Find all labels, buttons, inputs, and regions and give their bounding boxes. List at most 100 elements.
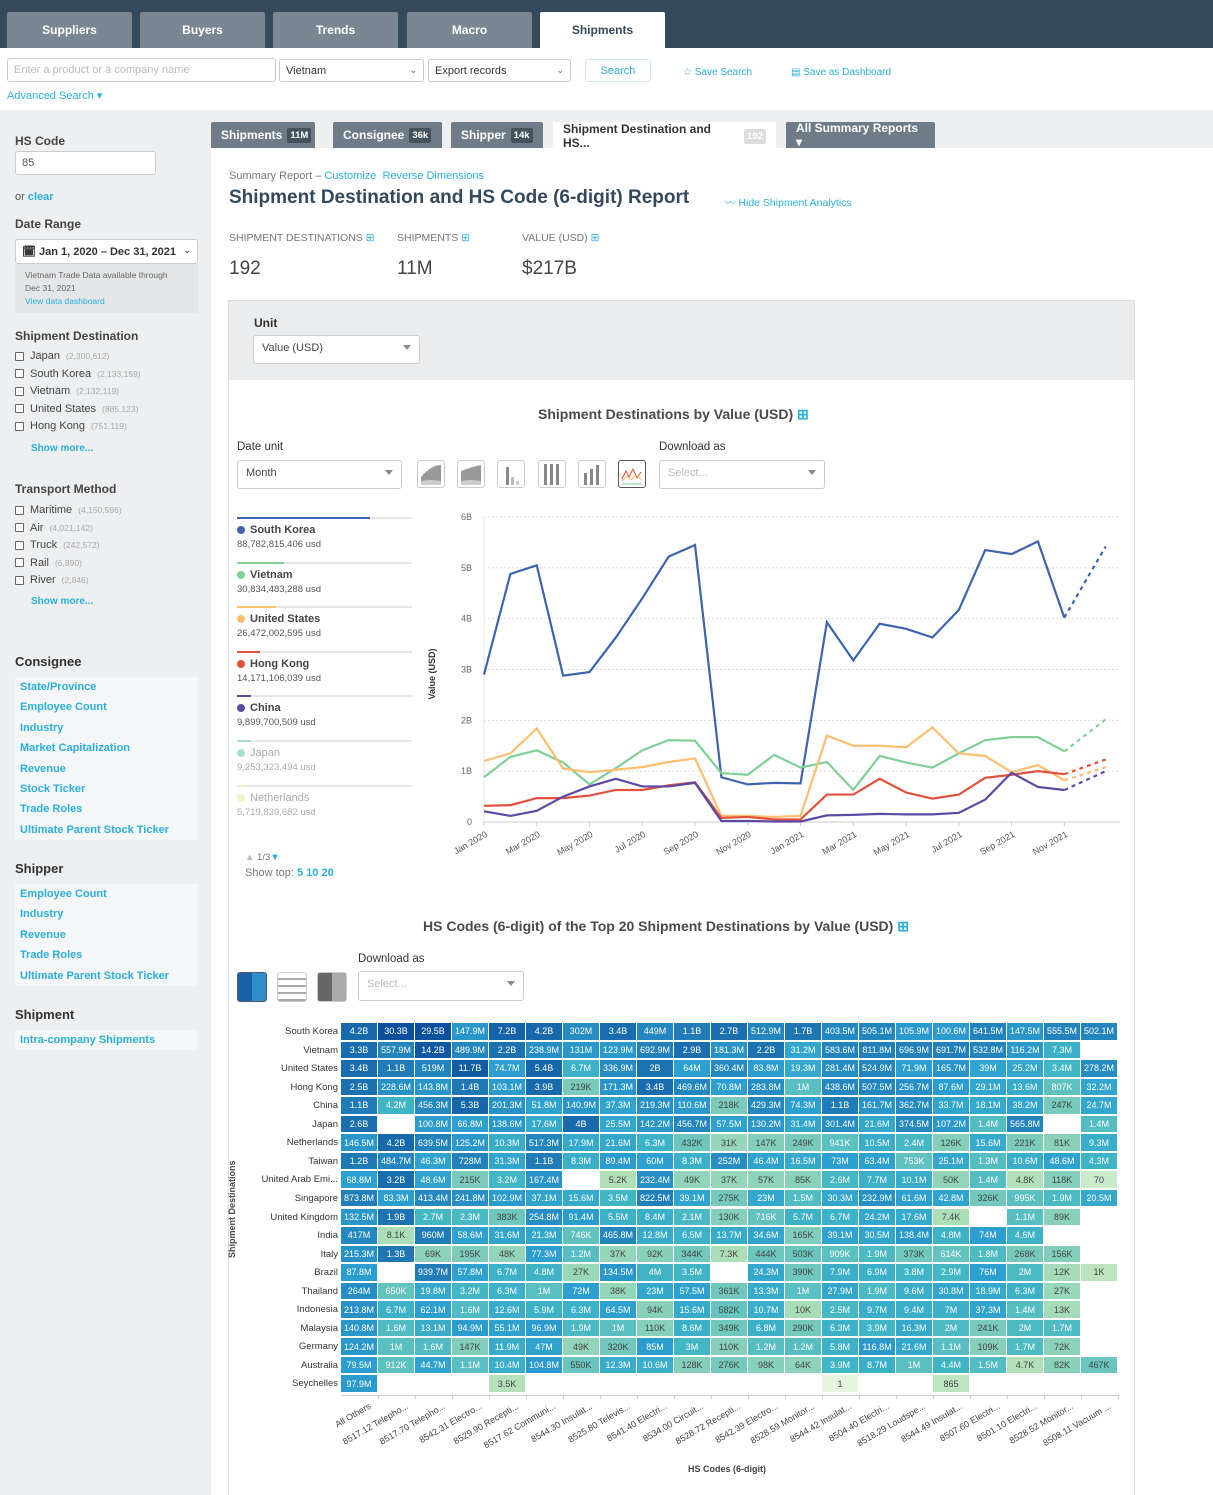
shipper-filter-trade-roles[interactable]: Trade Roles — [15, 945, 198, 965]
legend-item[interactable]: South Korea 88,782,815,406 usd — [237, 517, 412, 550]
heatmap-cell[interactable]: 24.7M — [1081, 1097, 1118, 1115]
heatmap-cell[interactable]: 57.8M — [452, 1264, 489, 1282]
heatmap-cell[interactable]: 2M — [933, 1319, 970, 1338]
heatmap-cell[interactable]: 10.7M — [748, 1301, 785, 1319]
heatmap-cell[interactable]: 21.6M — [859, 1115, 896, 1134]
expand-icon[interactable]: ⊞ — [897, 918, 909, 934]
record-type-select[interactable]: Export records ⌄ — [428, 59, 571, 82]
heatmap-cell[interactable]: 2.6B — [341, 1115, 378, 1134]
heatmap-cell[interactable]: 39M — [970, 1060, 1007, 1078]
legend-item[interactable]: Japan 9,253,323,494 usd — [237, 740, 412, 773]
heatmap-cell[interactable]: 85M — [637, 1338, 674, 1356]
heatmap-cell[interactable]: 6.7M — [563, 1060, 600, 1078]
heatmap-cell[interactable]: 873.8M — [341, 1189, 378, 1208]
heatmap-cell[interactable]: 691.7M — [933, 1041, 970, 1060]
heatmap-cell[interactable]: 6.3M — [637, 1134, 674, 1152]
heatmap-cell[interactable]: 8.7M — [859, 1356, 896, 1375]
heatmap-cell[interactable]: 12K — [1044, 1264, 1081, 1282]
consignee-filter-stock-ticker[interactable]: Stock Ticker — [15, 779, 198, 799]
heatmap-cell[interactable]: 147K — [452, 1338, 489, 1356]
heatmap-cell[interactable]: 7M — [933, 1301, 970, 1319]
heatmap-cell[interactable]: 6.8M — [748, 1319, 785, 1338]
heatmap-cell[interactable]: 126K — [933, 1134, 970, 1152]
heatmap-cell[interactable]: 50K — [933, 1171, 970, 1189]
heatmap-cell[interactable]: 429.3M — [748, 1097, 785, 1115]
destination-option[interactable]: South Korea (2,133,159) — [15, 368, 141, 380]
heatmap-cell[interactable]: 278.2M — [1081, 1060, 1118, 1078]
heatmap-cell[interactable]: 465.8M — [600, 1227, 637, 1245]
heatmap-cell[interactable]: 2B — [637, 1060, 674, 1078]
heatmap-cell[interactable]: 1K — [1081, 1264, 1118, 1282]
heatmap-cell[interactable]: 20.5M — [1081, 1189, 1118, 1208]
heatmap-cell[interactable]: 1.4M — [970, 1171, 1007, 1189]
heatmap-cell[interactable]: 76M — [970, 1264, 1007, 1282]
heatmap-cell[interactable]: 107.2M — [933, 1115, 970, 1134]
pager-down-icon[interactable]: ▼ — [270, 852, 279, 863]
heatmap-cell[interactable]: 362.7M — [896, 1097, 933, 1115]
heatmap-cell[interactable]: 37.1M — [526, 1189, 563, 1208]
heatmap-cell[interactable]: 146.5M — [341, 1134, 378, 1152]
heatmap-cell[interactable]: 716K — [748, 1208, 785, 1226]
heatmap-cell[interactable]: 132.5M — [341, 1208, 378, 1226]
heatmap-cell[interactable]: 3.4B — [341, 1060, 378, 1078]
heatmap-cell[interactable]: 3.9M — [859, 1319, 896, 1338]
heatmap-cell[interactable]: 403.5M — [822, 1023, 859, 1041]
shipper-filter-revenue[interactable]: Revenue — [15, 925, 198, 945]
heatmap-cell[interactable]: 37.3M — [970, 1301, 1007, 1319]
heatmap-cell[interactable]: 15.6M — [563, 1189, 600, 1208]
heatmap-cell[interactable]: 3.2M — [452, 1282, 489, 1301]
heatmap-cell[interactable]: 72M — [563, 1282, 600, 1301]
heatmap-cell[interactable]: 4.7K — [1007, 1356, 1044, 1375]
shipper-filter-ultimate-parent-stock-ticker[interactable]: Ultimate Parent Stock Ticker — [15, 966, 198, 986]
heatmap-cell[interactable]: 1M — [785, 1282, 822, 1301]
heatmap-cell[interactable]: 256.7M — [896, 1078, 933, 1097]
heatmap-cell[interactable]: 25.1M — [933, 1152, 970, 1171]
heatmap-cell[interactable]: 281.4M — [822, 1060, 859, 1078]
heatmap-cell[interactable]: 89K — [1044, 1208, 1081, 1226]
heatmap-cell[interactable]: 97.9M — [341, 1375, 378, 1393]
heatmap-cell[interactable]: 14.2B — [415, 1041, 452, 1060]
heatmap-cell[interactable]: 5.7M — [785, 1208, 822, 1226]
heatmap-cell[interactable]: 131M — [563, 1041, 600, 1060]
all-summary-reports-dropdown[interactable]: All Summary Reports ▾ — [786, 121, 935, 149]
unit-select[interactable]: Value (USD) — [253, 335, 420, 364]
heatmap-cell[interactable]: 3.9M — [822, 1356, 859, 1375]
heatmap-cell[interactable]: 995K — [1007, 1189, 1044, 1208]
consignee-filter-employee-count[interactable]: Employee Count — [15, 697, 198, 717]
heatmap-cell[interactable]: 6.3M — [1007, 1282, 1044, 1301]
heatmap-cell[interactable]: 29.5B — [415, 1023, 452, 1041]
heatmap-cell[interactable]: 31.4M — [785, 1115, 822, 1134]
heatmap-cell[interactable]: 1.7B — [785, 1023, 822, 1041]
heatmap-cell[interactable]: 92K — [637, 1245, 674, 1264]
heatmap-cell[interactable]: 48.6M — [1044, 1152, 1081, 1171]
heatmap-cell[interactable]: 326K — [970, 1189, 1007, 1208]
heatmap-cell[interactable]: 47M — [526, 1338, 563, 1356]
heatmap-cell[interactable]: 37K — [711, 1171, 748, 1189]
heatmap-cell[interactable]: 32.2M — [1081, 1078, 1118, 1097]
heatmap-cell[interactable]: 524.9M — [859, 1060, 896, 1078]
heatmap-cell[interactable]: 7.9M — [822, 1264, 859, 1282]
heatmap-cell[interactable]: 1.1M — [933, 1338, 970, 1356]
heatmap-cell[interactable]: 1.6M — [415, 1338, 452, 1356]
heatmap-cell[interactable]: 349K — [711, 1319, 748, 1338]
heatmap-cell[interactable]: 746K — [563, 1227, 600, 1245]
heatmap-cell[interactable]: 74.7M — [489, 1060, 526, 1078]
heatmap-cell[interactable]: 361K — [711, 1282, 748, 1301]
checkbox[interactable] — [15, 575, 24, 585]
heatmap-cell[interactable]: 21.3M — [526, 1227, 563, 1245]
stream-area-icon[interactable] — [457, 460, 485, 488]
heatmap-cell[interactable]: 5.9M — [526, 1301, 563, 1319]
heatmap-cell[interactable]: 221K — [1007, 1134, 1044, 1152]
heatmap-cell[interactable]: 565.8M — [1007, 1115, 1044, 1134]
heatmap-cell[interactable]: 70 — [1081, 1171, 1118, 1189]
heatmap-cell[interactable]: 374.5M — [896, 1115, 933, 1134]
heatmap-cell[interactable]: 3.5K — [489, 1375, 526, 1393]
destination-option[interactable]: United States (885,123) — [15, 403, 138, 415]
heatmap-cell[interactable]: 865 — [933, 1375, 970, 1393]
heatmap-cell[interactable]: 125.2M — [452, 1134, 489, 1152]
heatmap-cell[interactable]: 2.1M — [674, 1208, 711, 1226]
heatmap-cell[interactable]: 264M — [341, 1282, 378, 1301]
heatmap-cell[interactable]: 4.2B — [526, 1023, 563, 1041]
grayscale-heatmap-icon[interactable] — [317, 972, 347, 1002]
heatmap-cell[interactable]: 140.9M — [563, 1097, 600, 1115]
